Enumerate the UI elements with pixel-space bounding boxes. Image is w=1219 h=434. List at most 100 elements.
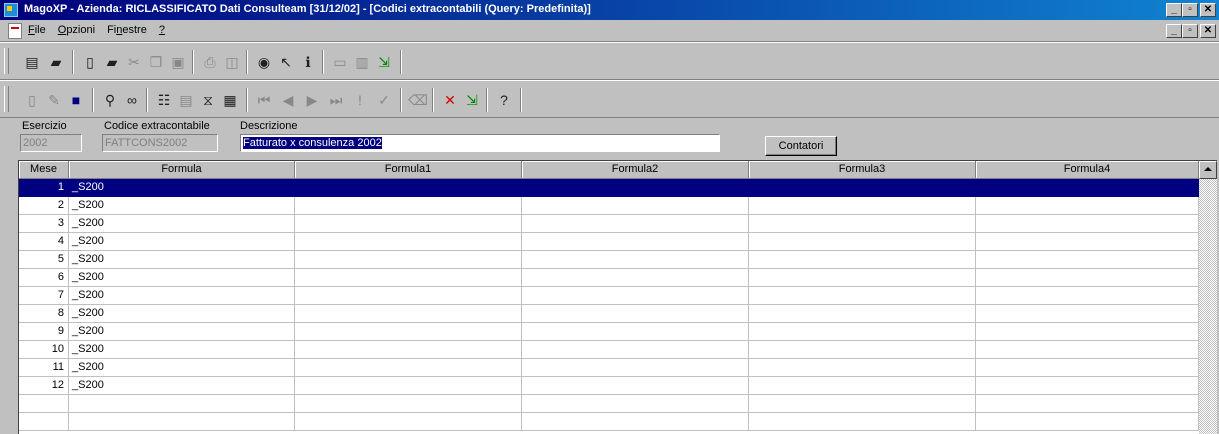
table-cell[interactable] [976,197,1199,215]
mdi-restore-button[interactable]: ▫ [1182,24,1198,38]
properties-icon[interactable]: ☷ [154,90,174,110]
table-cell[interactable] [976,413,1199,431]
cell-formula[interactable]: _S200 [69,179,295,197]
table-cell[interactable] [976,323,1199,341]
save-icon[interactable]: ■ [66,90,86,110]
table-cell[interactable] [19,395,69,413]
cell-formula[interactable]: _S200 [69,251,295,269]
table-cell[interactable] [749,323,976,341]
cell-mese[interactable]: 7 [19,287,69,305]
cell-mese[interactable]: 4 [19,233,69,251]
table-cell[interactable] [295,377,522,395]
cell-mese[interactable]: 5 [19,251,69,269]
table-cell[interactable] [522,215,749,233]
table-cell[interactable] [295,323,522,341]
paste-icon[interactable]: ▣ [168,52,188,72]
close-button[interactable]: ✕ [1200,3,1216,17]
table-cell[interactable] [976,305,1199,323]
table-cell[interactable] [69,395,295,413]
table-row[interactable]: 1 _S200 [19,179,1199,197]
table-cell[interactable] [295,305,522,323]
table-cell[interactable] [749,305,976,323]
filter-icon[interactable]: ⧖ [198,90,218,110]
table-cell[interactable] [749,269,976,287]
document-icon[interactable] [8,23,22,39]
camera-icon[interactable]: ◉ [254,52,274,72]
cell-mese[interactable]: 6 [19,269,69,287]
table-cell[interactable] [295,197,522,215]
table-cell[interactable] [749,341,976,359]
exit-icon[interactable]: ⇲ [374,52,394,72]
column-header-formula3[interactable]: Formula3 [749,161,976,179]
print-icon[interactable]: ⎙ [200,52,220,72]
open-icon[interactable]: ▰ [46,52,66,72]
exit-icon[interactable]: ⇲ [462,90,482,110]
minimize-button[interactable]: _ [1166,3,1182,17]
table-row[interactable]: 2 _S200 [19,197,1199,215]
mdi-minimize-button[interactable]: _ [1166,24,1182,38]
table-cell[interactable] [976,215,1199,233]
table-cell[interactable] [522,179,749,197]
binoculars-icon[interactable]: ∞ [122,90,142,110]
table-row[interactable]: 8 _S200 [19,305,1199,323]
prev-record-icon[interactable]: ◀ [278,90,298,110]
toolbar-grip[interactable] [4,48,9,74]
table-cell[interactable] [749,179,976,197]
table-cell[interactable] [749,251,976,269]
cell-mese[interactable]: 11 [19,359,69,377]
cell-mese[interactable]: 2 [19,197,69,215]
table-row[interactable] [19,395,1199,413]
cell-formula[interactable]: _S200 [69,269,295,287]
table-cell[interactable] [522,323,749,341]
delete-icon[interactable]: ⌫ [408,90,428,110]
table-cell[interactable] [295,215,522,233]
table-cell[interactable] [976,233,1199,251]
table-cell[interactable] [522,341,749,359]
table-cell[interactable] [295,179,522,197]
table-cell[interactable] [295,413,522,431]
column-header-mese[interactable]: Mese [19,161,69,179]
column-header-formula2[interactable]: Formula2 [522,161,749,179]
cell-mese[interactable]: 10 [19,341,69,359]
cell-formula[interactable]: _S200 [69,287,295,305]
table-cell[interactable] [295,287,522,305]
table-cell[interactable] [522,359,749,377]
cell-mese[interactable]: 3 [19,215,69,233]
table-row[interactable]: 5 _S200 [19,251,1199,269]
table-cell[interactable] [749,395,976,413]
new-doc-icon[interactable]: ▯ [80,52,100,72]
image-icon[interactable]: ▭ [330,52,350,72]
vertical-scrollbar[interactable] [1199,161,1217,434]
table-cell[interactable] [749,413,976,431]
table-cell[interactable] [749,377,976,395]
check-icon[interactable]: ✓ [374,90,394,110]
table-cell[interactable] [522,251,749,269]
help-pointer-icon[interactable]: ↖ [276,52,296,72]
app-icon[interactable] [4,3,18,17]
table-cell[interactable] [295,233,522,251]
table-cell[interactable] [295,251,522,269]
mdi-close-button[interactable]: ✕ [1200,24,1216,38]
column-header-formula1[interactable]: Formula1 [295,161,522,179]
table-cell[interactable] [749,359,976,377]
table-cell[interactable] [522,269,749,287]
table-cell[interactable] [522,197,749,215]
cut-icon[interactable]: ✂ [124,52,144,72]
table-cell[interactable] [69,413,295,431]
columns-icon[interactable]: ▥ [352,52,372,72]
table-row[interactable]: 4 _S200 [19,233,1199,251]
last-record-icon[interactable]: ⏭ [326,90,346,110]
menu-opzioni[interactable]: Opzioni [58,24,95,36]
maximize-button[interactable]: ▫ [1182,3,1198,17]
descrizione-field[interactable]: Fatturato x consulenza 2002 [240,134,720,152]
cell-mese[interactable]: 12 [19,377,69,395]
copy-icon[interactable]: ❐ [146,52,166,72]
table-row[interactable]: 6 _S200 [19,269,1199,287]
edit-icon[interactable]: ✎ [44,90,64,110]
toolbar-grip[interactable] [4,86,9,112]
esercizio-field[interactable]: 2002 [20,134,82,152]
table-row[interactable]: 9 _S200 [19,323,1199,341]
table-cell[interactable] [295,341,522,359]
table-cell[interactable] [749,233,976,251]
table-cell[interactable] [976,251,1199,269]
